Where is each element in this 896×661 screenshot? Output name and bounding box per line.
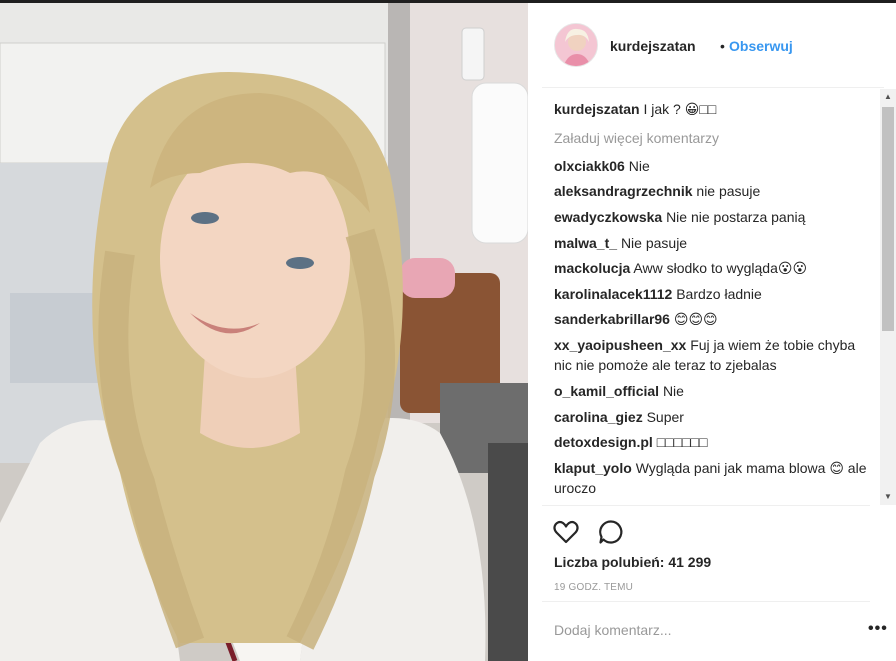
comment-item: o_kamil_official Nie xyxy=(554,381,876,401)
comments-list: kurdejszatan I jak ? 😀□□ Załaduj więcej … xyxy=(554,99,876,505)
follow-button[interactable]: Obserwuj xyxy=(729,38,793,54)
selfie-image xyxy=(0,3,528,661)
comment-text: Nie pasuje xyxy=(620,234,688,251)
comment-item: detoxdesign.pl □□□□□□ xyxy=(554,432,876,452)
comment-username[interactable]: o_kamil_official xyxy=(554,383,659,399)
comment-bubble-icon[interactable] xyxy=(597,518,625,546)
more-options-icon[interactable]: ••• xyxy=(868,620,888,638)
comment-username[interactable]: ewadyczkowska xyxy=(554,209,662,225)
comment-text: Bardzo ładnie xyxy=(676,285,762,302)
comment-text: Nie nie postarza panią xyxy=(666,209,806,225)
header-username[interactable]: kurdejszatan xyxy=(610,38,696,54)
comment-item: mackolucja Aww słodko to wygląda😮😮 xyxy=(554,258,876,278)
comment-text: nie pasuje xyxy=(696,183,761,200)
comment-item: aleksandragrzechnik nie pasuje xyxy=(554,181,876,201)
post-photo[interactable] xyxy=(0,3,528,661)
caption-username[interactable]: kurdejszatan xyxy=(554,101,640,117)
action-bar xyxy=(542,505,870,555)
add-comment-row: ••• xyxy=(542,601,887,661)
comment-item: ewadyczkowska Nie nie postarza panią xyxy=(554,207,876,227)
comment-text: Aww słodko to wygląda😮😮 xyxy=(633,260,808,277)
comment-item: sanderkabrillar96 😊😊😊 xyxy=(554,309,876,329)
comment-username[interactable]: detoxdesign.pl xyxy=(554,434,653,450)
comment-text: □□□□□□ xyxy=(656,434,708,451)
comment-username[interactable]: olxciakk06 xyxy=(554,158,625,174)
scroll-thumb[interactable] xyxy=(882,107,894,331)
comment-item: klaput_yolo Wygląda pani jak mama blowa … xyxy=(554,458,876,499)
comment-text: 😊😊😊 xyxy=(673,311,718,328)
comment-text: Super xyxy=(646,408,684,425)
comment-username[interactable]: sanderkabrillar96 xyxy=(554,311,670,327)
caption: kurdejszatan I jak ? 😀□□ xyxy=(554,99,876,119)
comment-text: Nie xyxy=(662,382,684,399)
comment-username[interactable]: karolinalacek1112 xyxy=(554,286,672,302)
comment-username[interactable]: xx_yaoipusheen_xx xyxy=(554,337,686,353)
comment-username[interactable]: mackolucja xyxy=(554,260,630,276)
comment-text: Nie xyxy=(628,157,650,174)
post-header: kurdejszatan • Obserwuj xyxy=(542,3,884,88)
scroll-up-arrow-icon[interactable]: ▲ xyxy=(880,89,896,105)
add-comment-input[interactable] xyxy=(554,622,814,638)
load-more-comments-button[interactable]: Załaduj więcej komentarzy xyxy=(554,128,876,148)
scroll-down-arrow-icon[interactable]: ▼ xyxy=(880,489,896,505)
comment-item: malwa_t_ Nie pasuje xyxy=(554,233,876,253)
comment-item: carolina_giez Super xyxy=(554,407,876,427)
post-side-panel: kurdejszatan • Obserwuj kurdejszatan I j… xyxy=(528,3,896,661)
comments-scrollbar[interactable]: ▲ ▼ xyxy=(880,89,896,505)
comment-item: xx_yaoipusheen_xx Fuj ja wiem że tobie c… xyxy=(554,335,876,376)
header-separator: • xyxy=(720,38,725,54)
comment-item: olxciakk06 Nie xyxy=(554,156,876,176)
comment-username[interactable]: klaput_yolo xyxy=(554,460,632,476)
comment-item: karolinalacek1112 Bardzo ładnie xyxy=(554,284,876,304)
post-timestamp[interactable]: 19 GODZ. TEMU xyxy=(554,582,633,593)
likes-count[interactable]: Liczba polubień: 41 299 xyxy=(554,554,711,570)
avatar-image xyxy=(555,24,597,66)
comment-username[interactable]: aleksandragrzechnik xyxy=(554,183,693,199)
profile-avatar[interactable] xyxy=(554,23,598,67)
heart-icon[interactable] xyxy=(552,518,580,546)
comment-username[interactable]: carolina_giez xyxy=(554,409,643,425)
comment-username[interactable]: malwa_t_ xyxy=(554,235,617,251)
caption-text: I jak ? 😀□□ xyxy=(643,101,717,117)
